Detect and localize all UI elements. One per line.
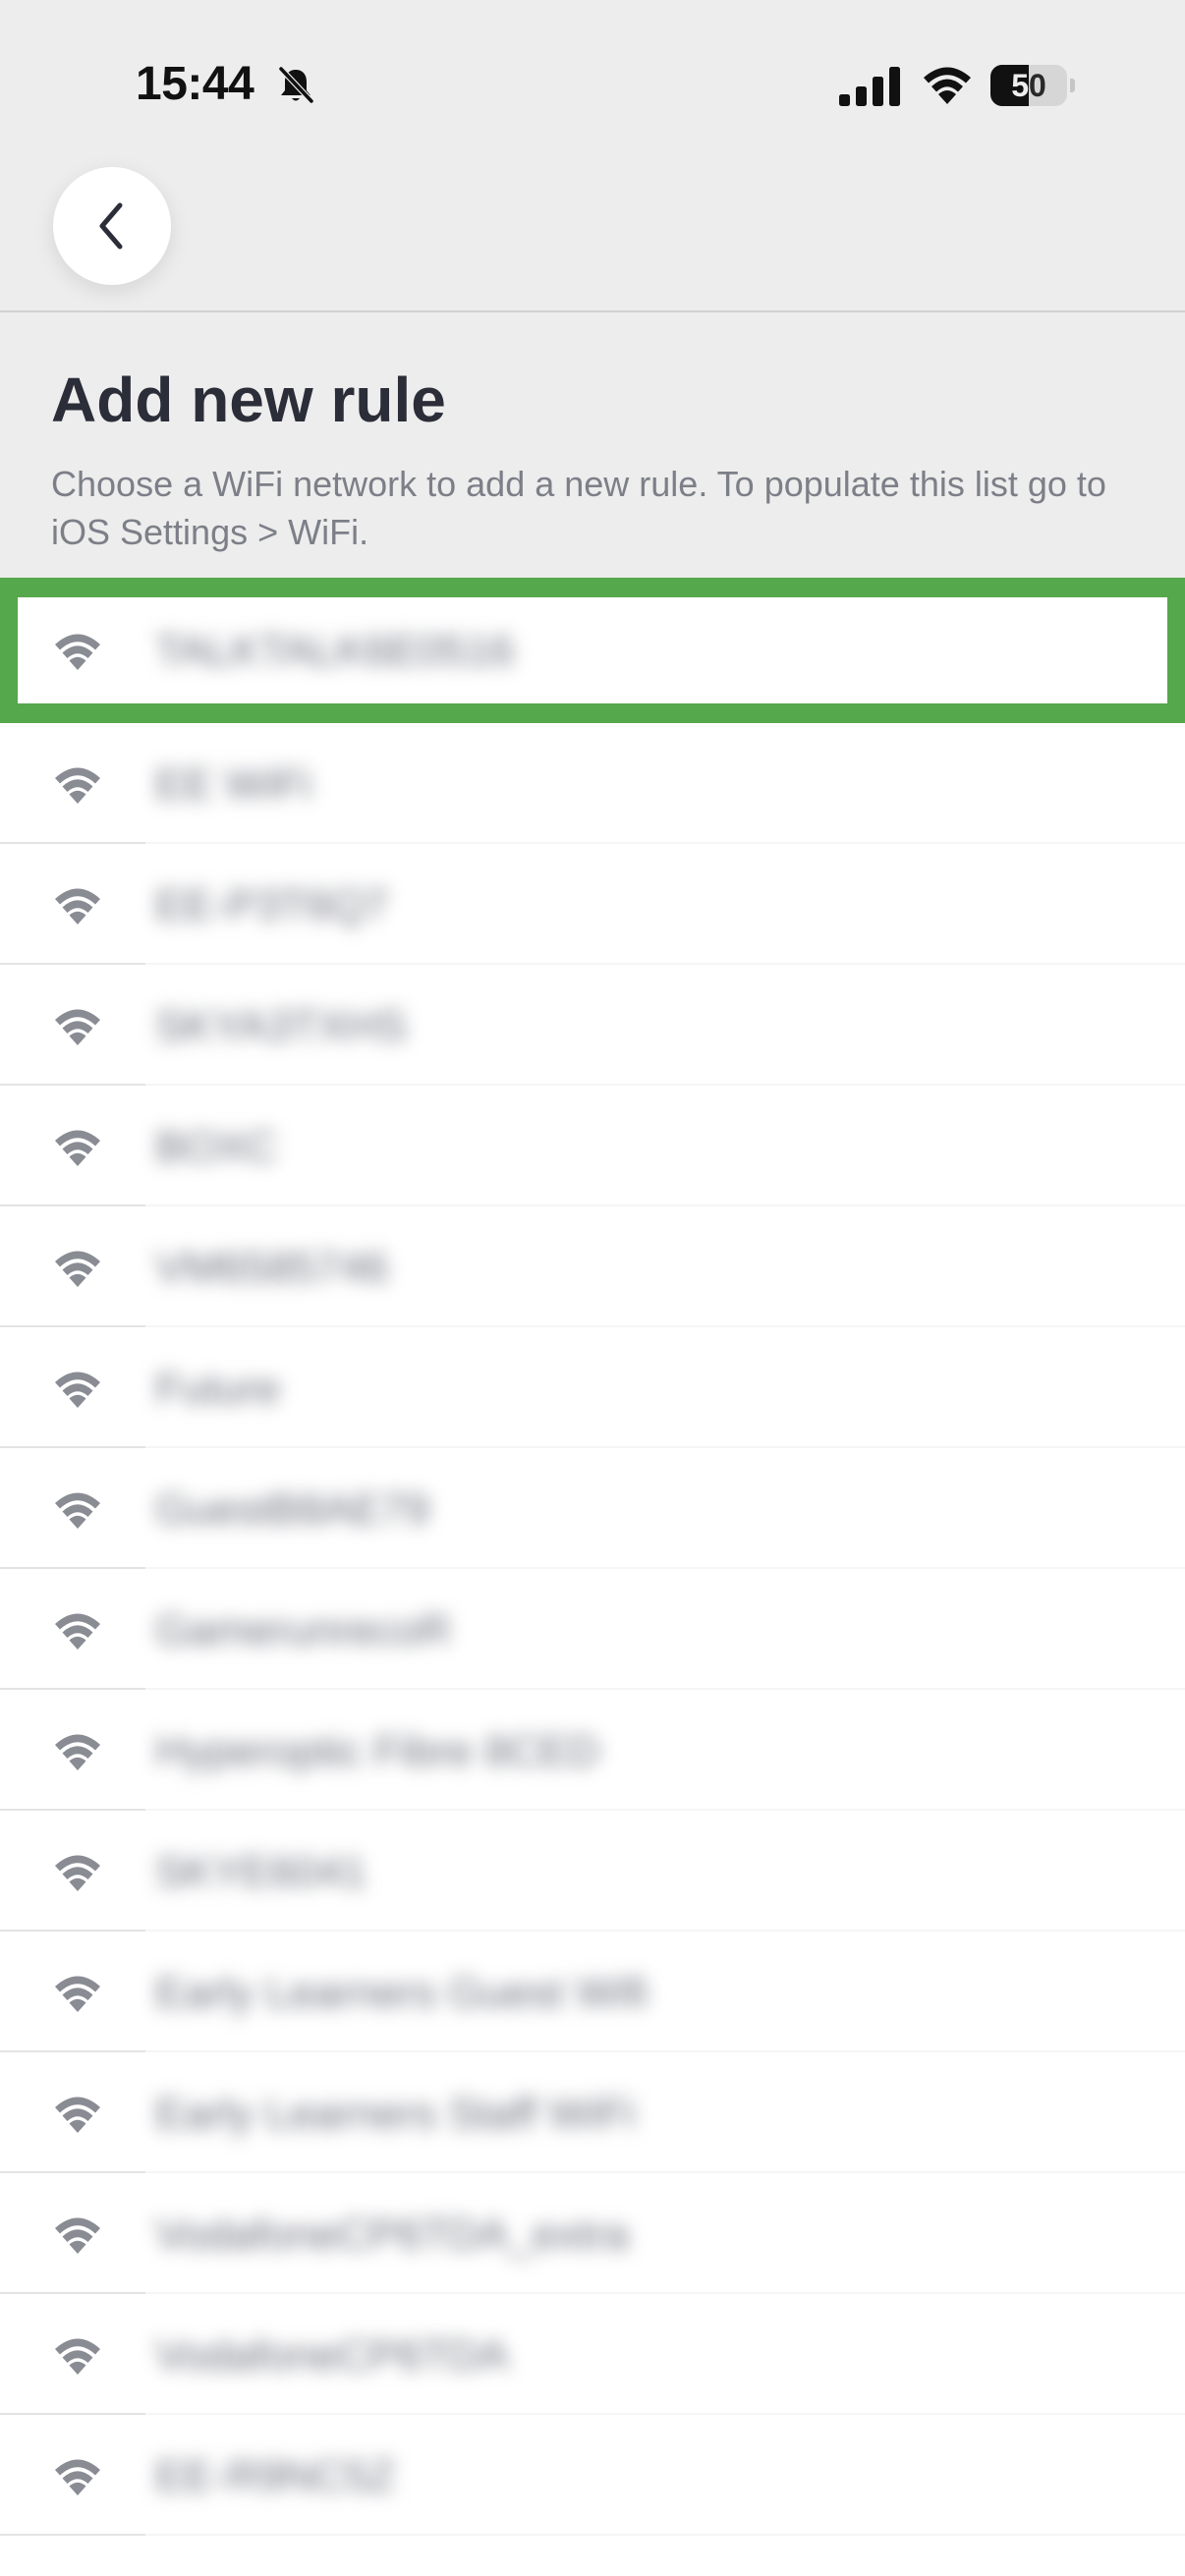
network-name: EE WiFi (155, 760, 311, 809)
network-name: TALKTALK6E0516 (155, 627, 515, 675)
wifi-icon (55, 888, 100, 924)
cellular-signal-icon (839, 67, 900, 106)
wifi-icon (55, 634, 100, 670)
battery-cap (1070, 79, 1075, 92)
wifi-icon (55, 2097, 100, 2133)
network-row[interactable]: VodafoneCP6TDA (0, 2294, 1185, 2415)
network-name: Hyperoptic Fibre 8CED (155, 1727, 600, 1775)
wifi-icon (55, 1130, 100, 1166)
network-row[interactable]: Early Learners Guest Wifi (0, 1932, 1185, 2052)
network-row[interactable]: SKYA3TXHS (0, 965, 1185, 1086)
wifi-icon (55, 1009, 100, 1045)
wifi-icon (55, 2217, 100, 2254)
page-subtitle: Choose a WiFi network to add a new rule.… (51, 464, 1106, 552)
network-row[interactable]: Early Learners Staff WiFi (0, 2052, 1185, 2173)
wifi-icon (55, 2459, 100, 2495)
network-name: GamerunrecoR (155, 1606, 451, 1654)
wifi-icon (55, 1492, 100, 1529)
page-title: Add new rule (51, 364, 446, 435)
network-row[interactable]: Future (0, 1327, 1185, 1448)
bell-slash-icon (278, 66, 314, 104)
wifi-icon (55, 1613, 100, 1650)
wifi-icon (55, 2338, 100, 2375)
row-divider (0, 2534, 1185, 2536)
network-row[interactable]: GuestB8AE79 (0, 1448, 1185, 1569)
network-name: VodafoneCP6TDA_extra (155, 2211, 629, 2259)
back-button[interactable] (53, 167, 171, 285)
network-name: EE-P3T6Q7 (155, 881, 389, 929)
title-section: Add new rule Choose a WiFi network to ad… (0, 312, 1185, 578)
network-row[interactable]: VodafoneCP6TDA_extra (0, 2173, 1185, 2294)
network-row[interactable]: VM6585746 (0, 1206, 1185, 1327)
network-name: Early Learners Staff WiFi (155, 2090, 636, 2138)
network-name: SKYA3TXHS (155, 1002, 407, 1050)
network-list: TALKTALK6E0516 EE WiFi EE-P3T6Q7 SKYA3TXHS B… (0, 578, 1185, 2536)
network-name: Early Learners Guest Wifi (155, 1969, 649, 2017)
wifi-icon (55, 1976, 100, 2012)
wifi-icon (55, 1251, 100, 1287)
network-name: VM6585746 (155, 1244, 389, 1292)
network-row[interactable]: TALKTALK6E0516 (0, 578, 1185, 723)
wifi-icon (55, 1855, 100, 1891)
network-row[interactable]: EE-R9NC5Z (0, 2415, 1185, 2536)
wifi-icon (55, 767, 100, 804)
battery-body: 50 (990, 65, 1067, 106)
wifi-icon (55, 1734, 100, 1770)
add-new-rule-screen: 15:44 50 Add new rule Choose a WiFi netw… (0, 0, 1185, 2576)
battery-icon: 50 (990, 65, 1075, 106)
chevron-left-icon (99, 202, 123, 250)
network-name: GuestB8AE79 (155, 1485, 429, 1534)
network-row[interactable]: Hyperoptic Fibre 8CED (0, 1690, 1185, 1811)
network-row[interactable]: SKYE6041 (0, 1811, 1185, 1932)
network-row[interactable]: EE WiFi (0, 723, 1185, 844)
battery-level: 50 (1011, 68, 1046, 103)
network-name: EE-R9NC5Z (155, 2452, 396, 2500)
network-row[interactable]: EE-P3T6Q7 (0, 844, 1185, 965)
network-name: VodafoneCP6TDA (155, 2331, 509, 2380)
status-time: 15:44 (136, 58, 254, 110)
network-name: SKYE6041 (155, 1848, 367, 1896)
network-name: Future (155, 1365, 281, 1413)
wifi-icon (55, 1372, 100, 1408)
status-bar: 15:44 50 (0, 0, 1185, 167)
network-row[interactable]: BOXC (0, 1086, 1185, 1206)
network-row[interactable]: GamerunrecoR (0, 1569, 1185, 1690)
header: 15:44 50 (0, 0, 1185, 312)
wifi-icon (924, 67, 971, 104)
network-name: BOXC (155, 1123, 278, 1171)
